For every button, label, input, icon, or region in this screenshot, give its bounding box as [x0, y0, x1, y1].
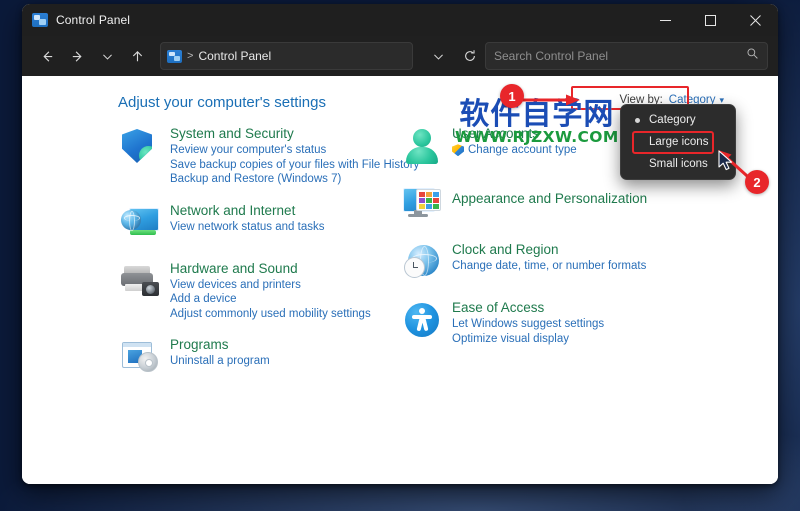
category-clock-and-region[interactable]: Clock and Region Change date, time, or n… — [400, 240, 700, 284]
control-panel-window: Control Panel > Control Panel Search Con… — [22, 4, 778, 484]
category-heading[interactable]: Clock and Region — [452, 241, 646, 258]
close-button[interactable] — [733, 4, 778, 36]
user-account-icon — [400, 124, 444, 168]
category-link-row[interactable]: Change account type — [452, 143, 577, 158]
up-button[interactable] — [122, 42, 152, 70]
category-heading[interactable]: System and Security — [170, 125, 419, 142]
menu-item-label: Large icons — [649, 136, 709, 148]
window-title: Control Panel — [56, 13, 131, 27]
category-system-and-security[interactable]: System and Security Review your computer… — [118, 124, 419, 187]
category-link[interactable]: Adjust commonly used mobility settings — [170, 307, 371, 322]
category-link[interactable]: Change account type — [468, 143, 577, 158]
appearance-monitor-icon — [400, 182, 444, 226]
breadcrumb-label[interactable]: Control Panel — [198, 49, 271, 63]
category-heading[interactable]: Appearance and Personalization — [452, 190, 647, 207]
minimize-button[interactable] — [643, 4, 688, 36]
menu-item-category[interactable]: Category — [621, 109, 735, 131]
menu-item-label: Small icons — [649, 158, 708, 170]
annotation-arrow-1 — [520, 94, 580, 106]
category-heading[interactable]: Network and Internet — [170, 202, 324, 219]
category-link[interactable]: Uninstall a program — [170, 354, 270, 369]
category-heading[interactable]: Hardware and Sound — [170, 260, 371, 277]
annotation-badge-1: 1 — [500, 84, 524, 108]
category-hardware-and-sound[interactable]: Hardware and Sound View devices and prin… — [118, 259, 398, 322]
uac-shield-icon — [452, 144, 464, 156]
refresh-button[interactable] — [455, 42, 485, 70]
category-heading[interactable]: Programs — [170, 336, 270, 353]
navigation-bar: > Control Panel Search Control Panel — [22, 36, 778, 76]
category-column-left: System and Security Review your computer… — [118, 124, 419, 393]
window-controls — [643, 4, 778, 36]
address-bar[interactable]: > Control Panel — [160, 42, 413, 70]
category-ease-of-access[interactable]: Ease of Access Let Windows suggest setti… — [400, 298, 700, 346]
search-box[interactable]: Search Control Panel — [485, 42, 768, 70]
maximize-button[interactable] — [688, 4, 733, 36]
window-title-bar: Control Panel — [22, 4, 778, 36]
category-heading[interactable]: User Accounts — [452, 125, 577, 142]
category-link[interactable]: Change date, time, or number formats — [452, 259, 646, 274]
category-link[interactable]: Optimize visual display — [452, 332, 604, 347]
network-globe-icon — [118, 201, 162, 245]
category-heading[interactable]: Ease of Access — [452, 299, 604, 316]
address-dropdown-button[interactable] — [423, 42, 453, 70]
breadcrumb-separator: > — [187, 50, 194, 62]
clock-globe-icon — [400, 240, 444, 284]
category-link[interactable]: Let Windows suggest settings — [452, 317, 604, 332]
menu-item-label: Category — [649, 114, 696, 126]
radio-selected-icon — [629, 117, 645, 123]
category-link[interactable]: Save backup copies of your files with Fi… — [170, 158, 419, 173]
shield-icon — [118, 124, 162, 168]
mouse-cursor — [718, 150, 733, 171]
category-appearance-and-personalization[interactable]: Appearance and Personalization — [400, 182, 700, 226]
category-link[interactable]: Review your computer's status — [170, 143, 419, 158]
search-input[interactable]: Search Control Panel — [494, 49, 746, 63]
ease-of-access-icon — [400, 298, 444, 342]
category-link[interactable]: View network status and tasks — [170, 220, 324, 235]
category-programs[interactable]: Programs Uninstall a program — [118, 335, 398, 379]
control-panel-icon — [32, 13, 48, 27]
annotation-badge-2: 2 — [745, 170, 769, 194]
page-title: Adjust your computer's settings — [118, 94, 326, 111]
category-link[interactable]: View devices and printers — [170, 278, 371, 293]
back-button[interactable] — [32, 42, 62, 70]
recent-locations-button[interactable] — [92, 42, 122, 70]
category-network-and-internet[interactable]: Network and Internet View network status… — [118, 201, 398, 245]
printer-icon — [118, 259, 162, 303]
search-icon — [746, 47, 759, 65]
breadcrumb-control-panel-icon — [167, 49, 182, 63]
category-link[interactable]: Backup and Restore (Windows 7) — [170, 172, 419, 187]
forward-button[interactable] — [62, 42, 92, 70]
programs-disc-icon — [118, 335, 162, 379]
category-link[interactable]: Add a device — [170, 292, 371, 307]
